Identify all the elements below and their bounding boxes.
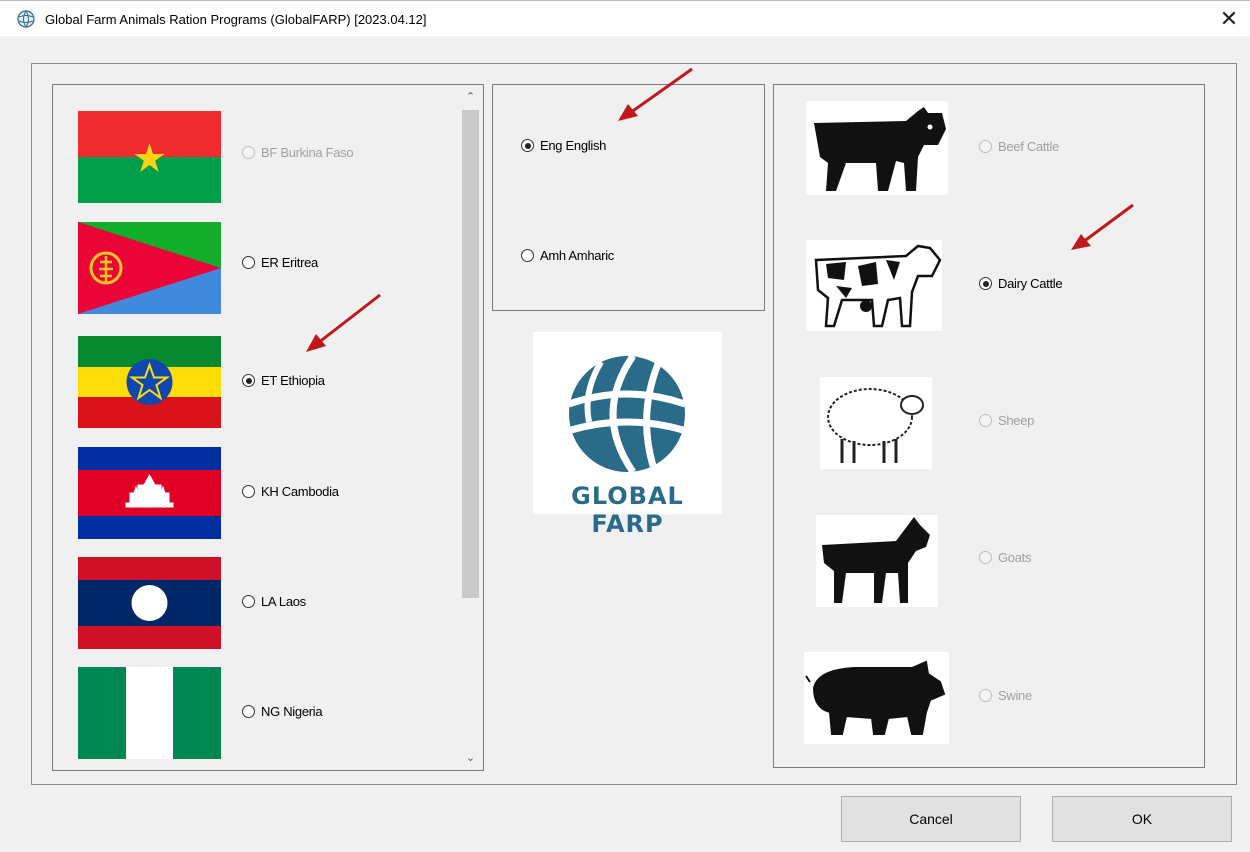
language-panel: Eng English Amh Amharic	[492, 84, 765, 311]
radio-animal-beef[interactable]: Beef Cattle	[979, 139, 1059, 154]
flag-ethiopia	[78, 336, 221, 428]
radio-circle[interactable]	[979, 414, 992, 427]
radio-circle[interactable]	[979, 689, 992, 702]
radio-country-er[interactable]: ER Eritrea	[242, 255, 318, 270]
radio-circle[interactable]	[979, 277, 992, 290]
radio-label: LA Laos	[261, 594, 306, 609]
radio-circle[interactable]	[242, 256, 255, 269]
radio-label: KH Cambodia	[261, 484, 339, 499]
radio-animal-goats[interactable]: Goats	[979, 550, 1031, 565]
flag-laos	[78, 557, 221, 649]
radio-animal-swine[interactable]: Swine	[979, 688, 1032, 703]
radio-circle[interactable]	[521, 249, 534, 262]
scroll-up-icon[interactable]: ⌃	[459, 86, 482, 108]
global-farp-logo: GLOBAL FARP	[533, 332, 722, 538]
sheep-icon	[820, 377, 932, 469]
radio-label: ER Eritrea	[261, 255, 318, 270]
window-title: Global Farm Animals Ration Programs (Glo…	[45, 12, 427, 27]
globe-icon	[17, 10, 35, 28]
radio-label: ET Ethiopia	[261, 373, 325, 388]
goat-icon	[816, 515, 938, 607]
radio-circle[interactable]	[979, 140, 992, 153]
radio-label: Swine	[998, 688, 1032, 703]
ok-button[interactable]: OK	[1052, 796, 1232, 842]
country-list-scrollbar[interactable]: ⌃ ⌄	[459, 86, 482, 769]
radio-label: BF Burkina Faso	[261, 145, 354, 160]
radio-country-ng[interactable]: NG Nigeria	[242, 704, 323, 719]
scroll-down-icon[interactable]: ⌄	[459, 747, 482, 769]
radio-circle[interactable]	[521, 139, 534, 152]
flag-cambodia	[78, 447, 221, 539]
radio-circle[interactable]	[242, 705, 255, 718]
country-list[interactable]: BF Burkina Faso ER Eritrea ET Ethiopia K…	[52, 84, 484, 771]
dairy-cow-icon	[806, 240, 942, 331]
radio-circle[interactable]	[979, 551, 992, 564]
radio-animal-sheep[interactable]: Sheep	[979, 413, 1034, 428]
logo-text: GLOBAL FARP	[571, 482, 684, 538]
beef-cattle-icon	[806, 101, 948, 195]
cancel-button[interactable]: Cancel	[841, 796, 1021, 842]
radio-circle[interactable]	[242, 374, 255, 387]
radio-label: Dairy Cattle	[998, 276, 1063, 291]
flag-burkina-faso	[78, 111, 221, 203]
radio-label: NG Nigeria	[261, 704, 323, 719]
radio-circle[interactable]	[242, 485, 255, 498]
radio-animal-dairy[interactable]: Dairy Cattle	[979, 276, 1063, 291]
title-bar: Global Farm Animals Ration Programs (Glo…	[0, 0, 1250, 36]
pig-icon	[804, 652, 949, 744]
radio-label: Amh Amharic	[540, 248, 615, 263]
radio-circle[interactable]	[242, 146, 255, 159]
animal-panel: Beef Cattle Dairy Cattle Sheep Goats Swi…	[773, 84, 1205, 768]
radio-country-bf[interactable]: BF Burkina Faso	[242, 145, 354, 160]
close-button[interactable]: ✕	[1214, 4, 1244, 34]
radio-label: Beef Cattle	[998, 139, 1060, 154]
radio-language-amh[interactable]: Amh Amharic	[521, 248, 614, 263]
radio-country-la[interactable]: LA Laos	[242, 594, 306, 609]
radio-label: Sheep	[998, 413, 1035, 428]
radio-circle[interactable]	[242, 595, 255, 608]
flag-eritrea	[78, 222, 221, 314]
flag-nigeria	[78, 667, 221, 759]
globe-logo-icon	[567, 354, 687, 474]
radio-language-eng[interactable]: Eng English	[521, 138, 606, 153]
radio-label: Eng English	[540, 138, 607, 153]
scroll-thumb[interactable]	[462, 110, 479, 598]
radio-label: Goats	[998, 550, 1032, 565]
radio-country-et[interactable]: ET Ethiopia	[242, 373, 325, 388]
radio-country-kh[interactable]: KH Cambodia	[242, 484, 339, 499]
